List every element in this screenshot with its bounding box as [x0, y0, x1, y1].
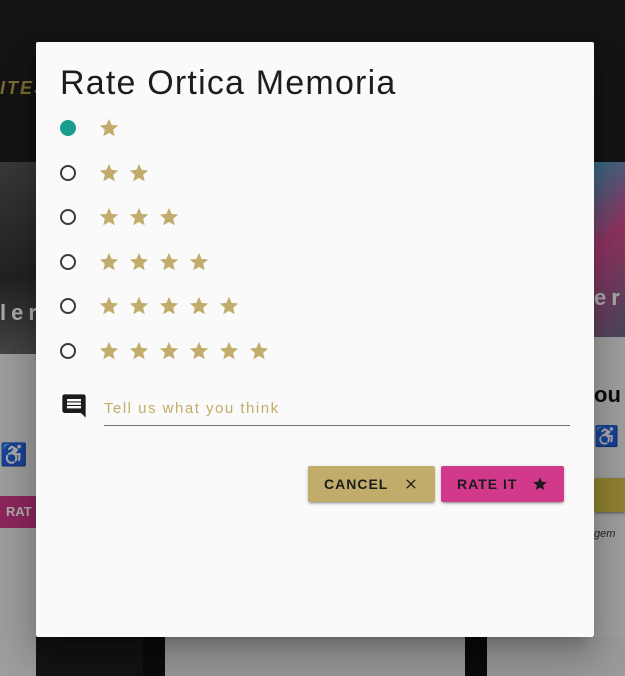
star-icon: [128, 340, 150, 362]
star-icon: [188, 295, 210, 317]
radio-button[interactable]: [60, 343, 76, 359]
star-icon: [98, 162, 120, 184]
comment-icon: [60, 392, 88, 420]
dialog-title: Rate Ortica Memoria: [60, 64, 397, 102]
star-icon: [218, 295, 240, 317]
star-icon: [158, 340, 180, 362]
star-icon: [158, 206, 180, 228]
close-icon: [403, 476, 419, 492]
star-icon: [188, 340, 210, 362]
comment-input[interactable]: [104, 392, 570, 426]
star-rating: [98, 340, 278, 362]
radio-button[interactable]: [60, 120, 76, 136]
star-rating: [98, 117, 128, 139]
star-icon: [532, 476, 548, 492]
star-icon: [158, 251, 180, 273]
cancel-button-label: CANCEL: [324, 476, 389, 492]
star-rating: [98, 162, 158, 184]
rating-option-5[interactable]: [60, 291, 248, 321]
star-icon: [98, 295, 120, 317]
rating-option-6[interactable]: [60, 336, 278, 366]
cancel-button[interactable]: CANCEL: [308, 466, 435, 502]
rating-dialog: Rate Ortica Memoria CANCEL RATE IT: [36, 42, 594, 637]
radio-button[interactable]: [60, 253, 76, 270]
star-icon: [98, 340, 120, 362]
star-icon: [248, 340, 270, 362]
rating-option-4[interactable]: [60, 247, 218, 277]
rating-option-2[interactable]: [60, 158, 158, 188]
rate-it-button-label: RATE IT: [457, 476, 518, 492]
star-icon: [128, 295, 150, 317]
star-icon: [128, 251, 150, 273]
radio-button[interactable]: [60, 298, 76, 315]
comment-field-row: [60, 390, 570, 430]
star-icon: [98, 206, 120, 228]
star-icon: [158, 295, 180, 317]
radio-button[interactable]: [60, 209, 76, 226]
star-icon: [98, 117, 120, 139]
star-icon: [218, 340, 240, 362]
rating-option-1[interactable]: [60, 113, 128, 143]
star-icon: [128, 206, 150, 228]
star-rating: [98, 206, 188, 228]
rate-it-button[interactable]: RATE IT: [441, 466, 564, 502]
rating-option-3[interactable]: [60, 202, 188, 232]
star-rating: [98, 295, 248, 317]
star-icon: [98, 251, 120, 273]
star-rating: [98, 251, 218, 273]
radio-button[interactable]: [60, 164, 76, 181]
star-icon: [128, 162, 150, 184]
star-icon: [188, 251, 210, 273]
